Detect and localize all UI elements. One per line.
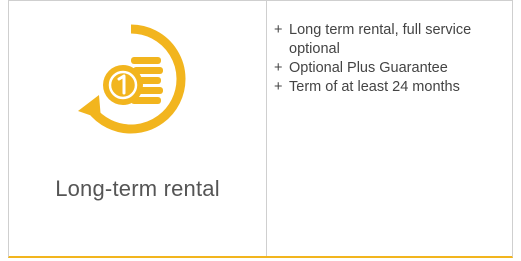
card-left-panel: Long-term rental	[9, 1, 266, 256]
list-item: + Optional Plus Guarantee	[274, 59, 506, 78]
list-item: + Long term rental, full service optiona…	[274, 21, 506, 59]
feature-text: Optional Plus Guarantee	[289, 60, 448, 76]
coin-stack-rotation-icon	[73, 21, 189, 137]
plus-bullet: +	[274, 60, 283, 76]
list-item: + Term of at least 24 months	[274, 78, 506, 97]
feature-list: + Long term rental, full service optiona…	[274, 21, 506, 97]
feature-text: Term of at least 24 months	[289, 79, 460, 95]
plus-bullet: +	[274, 79, 283, 95]
card-title: Long-term rental	[55, 176, 220, 201]
feature-text: Long term rental, full service optional	[289, 22, 472, 57]
column-divider	[266, 1, 267, 256]
rental-option-card: Long-term rental + Long term rental, ful…	[8, 0, 513, 258]
plus-bullet: +	[274, 22, 283, 38]
